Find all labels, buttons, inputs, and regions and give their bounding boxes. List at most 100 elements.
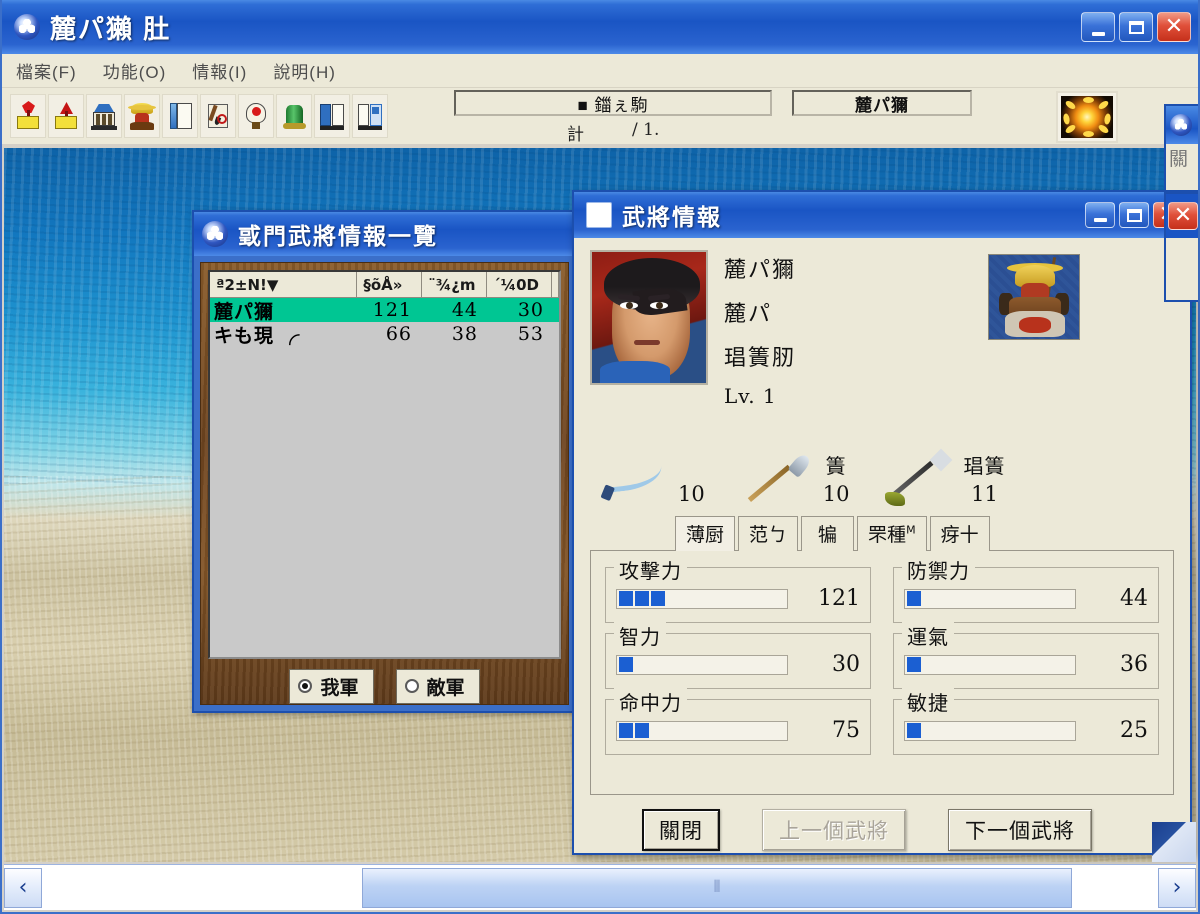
- stat-agility-value: 25: [1120, 718, 1148, 743]
- toolbar-button-building[interactable]: [86, 94, 122, 138]
- toolbar-button-scroll[interactable]: [162, 94, 198, 138]
- toolbar-button-balloon[interactable]: [238, 94, 274, 138]
- scroll-left-button[interactable]: ‹: [4, 867, 42, 908]
- column-header-intelligence[interactable]: ´¼0D: [487, 272, 552, 298]
- stat-luck-label: 運氣: [902, 621, 954, 650]
- status-field-secondary: 麓パ獮: [792, 90, 972, 116]
- tab-misc-label: 疨十: [940, 524, 979, 546]
- column-header-defense[interactable]: ¨¾¿m: [422, 272, 488, 298]
- app-globe-icon: [1170, 114, 1192, 136]
- menu-item-info[interactable]: 情報(I): [192, 58, 247, 83]
- brush-writing-icon: [204, 101, 232, 131]
- stat-luck-value: 36: [1120, 652, 1148, 677]
- stat-attack-label: 攻擊力: [614, 555, 687, 584]
- minimize-button[interactable]: [1081, 12, 1115, 42]
- tab-stats-label: 薄厨: [686, 524, 725, 546]
- stats-grid: 攻擊力 121 防禦力 44 智力 30 運氣 36 命中力 75 敏捷 25: [605, 555, 1159, 755]
- weapon-slot-spear[interactable]: 簀 10: [743, 450, 849, 506]
- stat-agility-bar: [904, 720, 1076, 741]
- tab-troops[interactable]: 罘種M: [857, 516, 927, 551]
- next-general-button[interactable]: 下一個武將: [948, 809, 1092, 851]
- tab-skills[interactable]: 范ㄅ: [738, 516, 799, 551]
- column-header-attack[interactable]: §õÅ»: [357, 272, 423, 298]
- main-titlebar: 麓パ獺 肚 ✕: [2, 0, 1198, 54]
- detail-titlebar: 武將情報 ✕: [574, 192, 1190, 238]
- stat-luck-bar: [904, 654, 1076, 675]
- toolbar: ■ 鍿ぇ駒 計 / 1. 麓パ獮: [2, 88, 1198, 144]
- stat-intelligence-value: 30: [832, 652, 860, 677]
- maximize-button[interactable]: [1119, 12, 1153, 42]
- main-window-controls: ✕: [1081, 12, 1191, 42]
- cavalry-unit-sprite: [988, 254, 1080, 340]
- toolbar-button-cylinder[interactable]: [276, 94, 312, 138]
- unit-horse-caparison: [1019, 317, 1051, 333]
- weapon-slot-halberd[interactable]: 琩簀 11: [883, 448, 1006, 506]
- radio-dot-icon: [298, 679, 313, 693]
- scroll-right-button[interactable]: ›: [1158, 867, 1196, 908]
- table-row[interactable]: 麓パ獮 121 44 30: [210, 298, 559, 322]
- menu-item-file[interactable]: 檔案(F): [16, 58, 77, 83]
- tab-misc[interactable]: 疨十: [929, 516, 990, 551]
- close-button[interactable]: ✕: [1157, 12, 1191, 42]
- detail-footer: 關閉 上一個武將 下一個武將: [590, 795, 1174, 851]
- radio-enemy-army[interactable]: 敵軍: [395, 668, 480, 704]
- weapon-row: 10 簀 10 琩簀 11: [590, 436, 1174, 506]
- side-window-top[interactable]: 關: [1164, 104, 1198, 192]
- toolbar-button-red-pennant[interactable]: [48, 94, 84, 138]
- app-title: 麓パ獺 肚: [50, 13, 172, 44]
- two-blue-flags-icon: [318, 101, 346, 131]
- side-window-bottom[interactable]: ✕: [1164, 192, 1198, 302]
- row-attack: 121: [372, 299, 412, 321]
- table-header-row: ª2±N!▼ §õÅ» ¨¾¿m ´¼0D: [210, 272, 559, 298]
- status-field-primary-text: ■ 鍿ぇ駒: [577, 95, 649, 115]
- red-pennant-yellow-base-icon: [52, 101, 80, 131]
- toolbar-button-brush[interactable]: [200, 94, 236, 138]
- tab-skills-label: 范ㄅ: [749, 524, 788, 546]
- sun-indicator[interactable]: [1056, 91, 1118, 143]
- close-dialog-button[interactable]: 關閉: [642, 809, 720, 851]
- scroll-thumb[interactable]: ⦀: [362, 867, 1072, 908]
- toolbar-button-general[interactable]: [124, 94, 160, 138]
- stat-accuracy: 命中力 75: [605, 687, 871, 755]
- side-window-body: 關: [1166, 144, 1198, 190]
- weapon-halberd-label: 琩簀: [963, 456, 1006, 478]
- stat-accuracy-bar: [616, 720, 788, 741]
- generals-table[interactable]: ª2±N!▼ §õÅ» ¨¾¿m ´¼0D 麓パ獮 121 44 30 キも現 …: [208, 270, 561, 659]
- row-name: 麓パ獮: [214, 301, 275, 323]
- list-window-titlebar: 戜門武將情報一覽: [194, 212, 575, 256]
- tab-items[interactable]: 犏: [801, 516, 855, 551]
- tab-troops-label: 罘種: [868, 524, 907, 546]
- toolbar-button-two-flags[interactable]: [314, 94, 350, 138]
- detail-window-icon: [586, 202, 612, 228]
- side-window-close-button[interactable]: ✕: [1168, 202, 1198, 230]
- weapon-sword-value: 10: [678, 482, 705, 506]
- row-extra: [558, 298, 559, 322]
- menu-item-function[interactable]: 功能(O): [103, 58, 167, 83]
- row-attack: 66: [385, 323, 412, 345]
- portrait-shirt: [600, 361, 670, 383]
- stat-defense: 防禦力 44: [893, 555, 1159, 623]
- table-row[interactable]: キも現 ╭ 66 38 53: [210, 322, 559, 346]
- menu-bar: 檔案(F) 功能(O) 情報(I) 說明(H): [2, 54, 1198, 88]
- radio-own-army[interactable]: 我軍: [289, 668, 374, 704]
- column-header-extra[interactable]: [551, 272, 559, 298]
- weapon-spear-label: 簀: [825, 456, 847, 478]
- radio-enemy-army-label: 敵軍: [426, 677, 465, 699]
- weapon-slot-sword[interactable]: 10: [598, 450, 705, 506]
- toolbar-button-two-books[interactable]: [352, 94, 388, 138]
- toolbar-button-red-flag[interactable]: [10, 94, 46, 138]
- two-blue-books-icon: [356, 101, 384, 131]
- detail-minimize-button[interactable]: [1085, 202, 1115, 228]
- stat-defense-label: 防禦力: [902, 555, 975, 584]
- horizontal-scrollbar[interactable]: ‹ ⦀ ›: [4, 864, 1196, 910]
- menu-item-help[interactable]: 說明(H): [273, 58, 336, 83]
- tab-items-label: 犏: [818, 524, 838, 546]
- column-header-name[interactable]: ª2±N!▼: [210, 272, 358, 298]
- side-window-titlebar: [1166, 106, 1198, 144]
- detail-maximize-button[interactable]: [1119, 202, 1149, 228]
- detail-window-title: 武將情報: [622, 204, 722, 230]
- stat-intelligence-bar: [616, 654, 788, 675]
- scroll-track[interactable]: ⦀: [42, 867, 1158, 908]
- stat-luck: 運氣 36: [893, 621, 1159, 689]
- tab-stats[interactable]: 薄厨: [675, 516, 736, 551]
